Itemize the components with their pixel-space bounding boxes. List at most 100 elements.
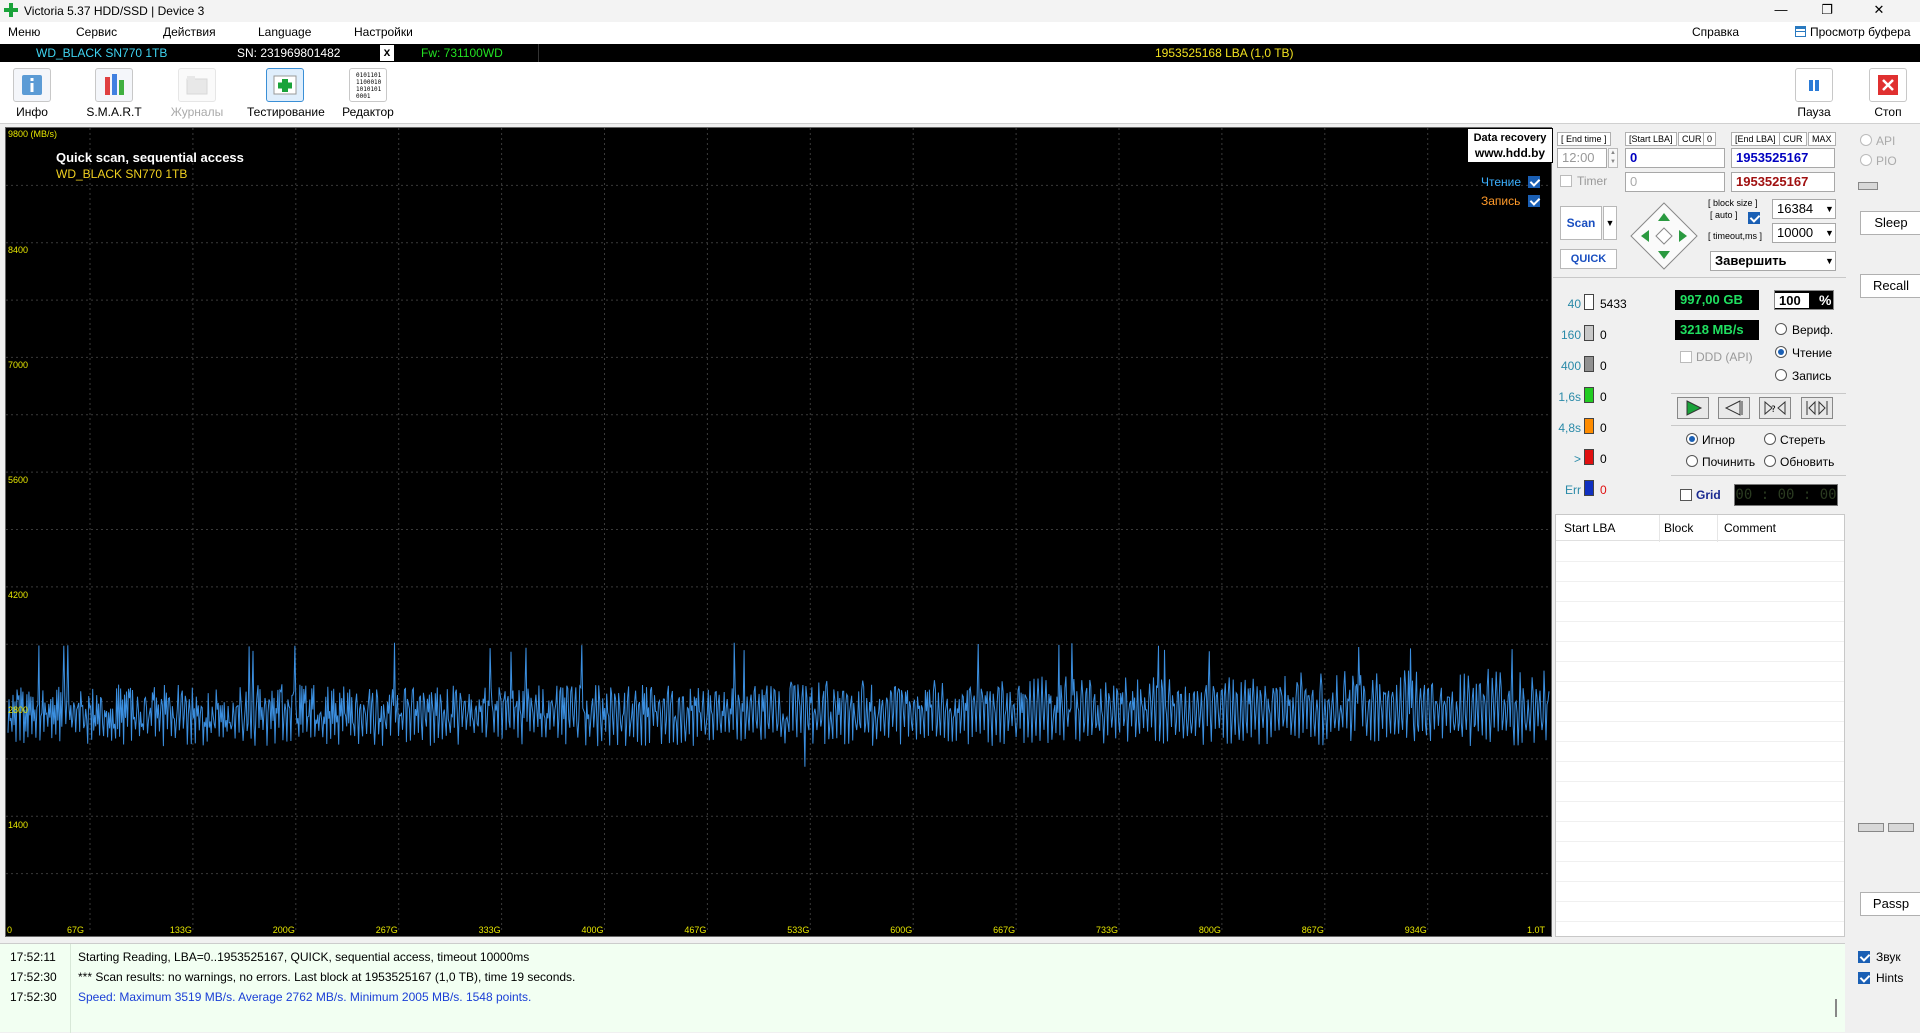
sound-label: Звук: [1876, 950, 1901, 964]
x-tick-label: 67G: [67, 925, 85, 935]
start-cur-button[interactable]: CUR: [1678, 132, 1706, 146]
binary-glyph: 0101101 1100010 1010101 0001: [356, 72, 382, 100]
sleep-button[interactable]: Sleep: [1860, 211, 1920, 235]
x-tick-label: 733G: [1096, 925, 1119, 935]
auto-block-checkbox[interactable]: [1748, 212, 1760, 224]
read-radio[interactable]: [1775, 346, 1787, 358]
scan-button[interactable]: Scan: [1560, 206, 1602, 240]
menu-item-service[interactable]: Сервис: [76, 25, 117, 39]
skip-unknown-button[interactable]: ?: [1759, 397, 1791, 419]
percent-sign: %: [1819, 292, 1832, 308]
api-radio[interactable]: [1860, 134, 1872, 146]
table-header-start-lba[interactable]: Start LBA: [1564, 521, 1615, 535]
skip-end-button[interactable]: [1801, 397, 1833, 419]
logs-button[interactable]: Журналы: [161, 66, 233, 122]
quick-button[interactable]: QUICK: [1560, 249, 1617, 269]
finish-action-select[interactable]: Завершить: [1710, 251, 1836, 271]
rewind-button[interactable]: [1718, 397, 1750, 419]
chevron-down-icon: ▼: [1825, 256, 1834, 266]
grid-checkbox[interactable]: [1680, 489, 1692, 501]
speed-display: 3218 MB/s: [1675, 320, 1759, 340]
buffer-view-label: Просмотр буфера: [1810, 25, 1911, 39]
passp-button[interactable]: Passp: [1860, 892, 1920, 916]
stop-button[interactable]: Стоп: [1853, 66, 1920, 122]
hints-checkbox[interactable]: [1858, 972, 1870, 984]
menu-item-menu[interactable]: Меню: [8, 25, 40, 39]
elapsed-clock: 00 : 00 : 00: [1734, 484, 1838, 506]
start-lba-header: [Start LBA]: [1625, 132, 1677, 146]
end-lba-secondary[interactable]: 1953525167: [1731, 172, 1835, 192]
table-header-block[interactable]: Block: [1664, 521, 1693, 535]
verify-label: Вериф.: [1792, 323, 1834, 337]
refresh-radio[interactable]: [1764, 455, 1776, 467]
testing-icon: [266, 68, 304, 102]
smart-button[interactable]: S.M.A.R.T: [78, 66, 150, 122]
refresh-label: Обновить: [1780, 455, 1835, 469]
y-tick-label: 8400: [8, 245, 29, 255]
direction-pad-icon[interactable]: [1629, 201, 1699, 271]
time-spinner[interactable]: ▲ ▼: [1608, 148, 1618, 168]
repair-radio[interactable]: [1686, 455, 1698, 467]
sound-checkbox[interactable]: [1858, 951, 1870, 963]
clear-device-button[interactable]: x: [380, 45, 394, 61]
table-header-comment[interactable]: Comment: [1724, 521, 1776, 535]
log-row: 17:52:30 *** Scan results: no warnings, n…: [10, 970, 575, 984]
small-button-right[interactable]: [1888, 823, 1914, 832]
device-model[interactable]: WD_BLACK SN770 1TB: [36, 46, 167, 60]
ignore-radio[interactable]: [1686, 433, 1698, 445]
device-info-strip: WD_BLACK SN770 1TB SN: 231969801482 x Fw…: [0, 44, 1920, 62]
hdd-by-watermark: Data recovery www.hdd.by: [1467, 128, 1553, 163]
menu-item-settings[interactable]: Настройки: [354, 25, 413, 39]
block-time-count: 0: [1600, 328, 1607, 342]
x-tick-label: 934G: [1404, 925, 1427, 935]
pio-radio[interactable]: [1860, 154, 1872, 166]
small-button-left[interactable]: [1858, 823, 1884, 832]
buffer-view-link[interactable]: Просмотр буфера: [1795, 25, 1911, 39]
ddd-api-checkbox[interactable]: [1680, 351, 1692, 363]
end-time-input[interactable]: 12:00: [1557, 148, 1607, 168]
chart-subtitle: WD_BLACK SN770 1TB: [56, 167, 188, 181]
play-button[interactable]: [1677, 397, 1709, 419]
ignore-label: Игнор: [1702, 433, 1735, 447]
maximize-button[interactable]: ❐: [1804, 0, 1850, 22]
block-time-count: 0: [1600, 421, 1607, 435]
timer-checkbox[interactable]: [1560, 175, 1572, 187]
pause-button[interactable]: Пауза: [1778, 66, 1850, 122]
end-time-header: [ End time ]: [1557, 132, 1611, 146]
recall-button[interactable]: Recall: [1860, 274, 1920, 298]
y-tick-label: 7000: [8, 360, 29, 370]
erase-radio[interactable]: [1764, 433, 1776, 445]
timeout-label: [ timeout,ms ]: [1708, 231, 1763, 241]
close-window-button[interactable]: ✕: [1856, 0, 1902, 22]
info-button[interactable]: Инфо: [0, 66, 68, 122]
defects-table[interactable]: Start LBA Block Comment: [1555, 514, 1845, 937]
log-scrollbar[interactable]: [1835, 999, 1837, 1017]
legend-read-label: Чтение: [1481, 175, 1522, 189]
y-tick-label: 1400: [8, 820, 29, 830]
block-time-label: 1,6s: [1558, 390, 1581, 404]
pause-label: Пауза: [1797, 105, 1831, 119]
info-icon: [13, 68, 51, 102]
end-cur-button[interactable]: CUR: [1779, 132, 1807, 146]
menu-item-language[interactable]: Language: [258, 25, 311, 39]
verify-radio[interactable]: [1775, 323, 1787, 335]
start-lba-input[interactable]: 0: [1625, 148, 1725, 168]
menu-item-help[interactable]: Справка: [1692, 25, 1739, 39]
scan-dropdown-button[interactable]: ▼: [1603, 206, 1617, 240]
minimize-button[interactable]: —: [1758, 0, 1804, 22]
log-panel[interactable]: 17:52:11 Starting Reading, LBA=0..1953525…: [0, 943, 1845, 1033]
scanned-gb-display: 997,00 GB: [1675, 290, 1759, 310]
testing-button[interactable]: Тестирование: [247, 66, 325, 122]
editor-button[interactable]: 0101101 1100010 1010101 0001 Редактор: [332, 66, 404, 122]
end-max-button[interactable]: MAX: [1808, 132, 1836, 146]
indicator-button[interactable]: [1858, 182, 1878, 190]
x-tick-label: 1.0T: [1527, 925, 1546, 935]
device-lba-capacity: 1953525168 LBA (1,0 TB): [1155, 46, 1294, 60]
legend-write-checkbox[interactable]: [1528, 195, 1540, 207]
menu-item-actions[interactable]: Действия: [163, 25, 216, 39]
x-tick-label: 600G: [890, 925, 913, 935]
write-radio[interactable]: [1775, 369, 1787, 381]
end-lba-input[interactable]: 1953525167: [1731, 148, 1835, 168]
legend-read-checkbox[interactable]: [1528, 176, 1540, 188]
timer-input[interactable]: 0: [1625, 172, 1725, 192]
